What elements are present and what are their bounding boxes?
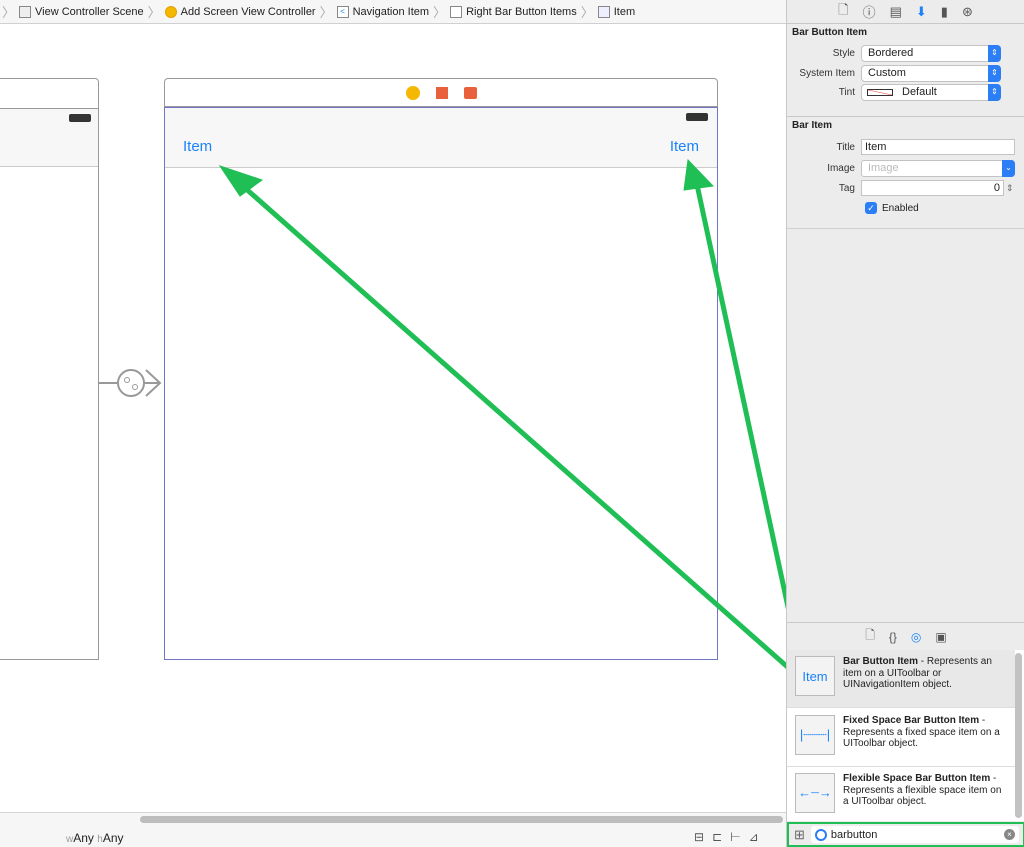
system-item-value: Custom [868, 66, 906, 79]
title-field[interactable]: Item [861, 139, 1015, 155]
enabled-label: Enabled [882, 202, 919, 214]
size-icon[interactable]: ▮ [941, 4, 948, 20]
object-library-list: Item Bar Button Item - Represents an item… [787, 650, 1024, 821]
library-scrollbar[interactable] [1015, 653, 1022, 818]
enabled-checkbox[interactable]: ✓ [865, 202, 877, 214]
image-combo[interactable]: Image ⌄ [861, 159, 1015, 177]
item-name: Fixed Space Bar Button Item [843, 715, 980, 726]
item-name: Flexible Space Bar Button Item [843, 773, 991, 784]
title-label: Title [836, 141, 855, 153]
arrow-head-left [218, 165, 264, 197]
image-placeholder: Image [868, 161, 899, 174]
library-item-fixed-space[interactable]: |┈┈┈| Fixed Space Bar Button Item - Repre… [787, 709, 1015, 767]
clear-search-icon[interactable]: × [1004, 829, 1015, 840]
identity-icon[interactable]: ▤ [890, 4, 902, 20]
connections-icon[interactable]: ⊛ [962, 4, 973, 20]
search-text: barbutton [830, 828, 878, 841]
tag-label: Tag [838, 182, 855, 194]
tint-popup[interactable]: Default ⇕ [861, 83, 1001, 101]
library-item-bar-button-item[interactable]: Item Bar Button Item - Represents an item… [787, 650, 1015, 708]
filter-icon [814, 828, 827, 841]
tag-field[interactable]: 0 [861, 180, 1004, 196]
fixed-space-icon: |┈┈┈| [795, 715, 835, 755]
updown-icon: ⇕ [988, 64, 1001, 82]
library-filter-bar: ⊞ barbutton × [787, 822, 1024, 847]
tag-stepper[interactable]: ⇕ [1006, 183, 1014, 194]
item-name: Bar Button Item [843, 656, 918, 667]
section-title: Bar Item [792, 120, 833, 131]
system-item-label: System Item [799, 67, 855, 79]
attributes-icon[interactable]: ⬇ [916, 4, 927, 20]
library-tabs: 🗋 {} ◎ ▣ [787, 622, 1024, 650]
object-library-icon[interactable]: ◎ [911, 630, 921, 644]
section-title: Bar Button Item [792, 27, 867, 38]
file-template-icon[interactable]: 🗋 [865, 626, 875, 647]
library-search-field[interactable]: barbutton × [810, 826, 1019, 843]
updown-icon: ⇕ [988, 44, 1001, 62]
style-popup[interactable]: Bordered ⇕ [861, 44, 1001, 62]
no-color-swatch [867, 88, 893, 96]
flexible-space-icon: ←┈→ [795, 773, 835, 813]
image-label: Image [827, 162, 855, 174]
grid-view-icon[interactable]: ⊞ [794, 827, 805, 843]
file-icon[interactable]: 🗋 [838, 1, 848, 23]
tint-label: Tint [838, 86, 855, 98]
style-value: Bordered [868, 46, 914, 59]
help-icon[interactable]: ⓘ [863, 2, 876, 21]
updown-icon: ⇕ [988, 83, 1001, 101]
system-item-popup[interactable]: Custom ⇕ [861, 64, 1001, 82]
arrow-to-left-item [234, 178, 802, 680]
code-snippet-icon[interactable]: {} [889, 630, 897, 644]
media-library-icon[interactable]: ▣ [935, 630, 946, 644]
arrow-head-right [683, 158, 715, 191]
inspector-tabs: 🗋 ⓘ ▤ ⬇ ▮ ⊛ [787, 0, 1024, 24]
bar-button-thumb: Item [795, 656, 835, 696]
library-item-flexible-space[interactable]: ←┈→ Flexible Space Bar Button Item - Repr… [787, 767, 1015, 821]
tint-value: Default [902, 85, 937, 98]
style-label: Style [832, 47, 855, 59]
utilities-panel: 🗋 ⓘ ▤ ⬇ ▮ ⊛ Bar Button Item Style Bordered ⇕ Sy… [786, 0, 1024, 847]
chevron-down-icon: ⌄ [1002, 159, 1015, 177]
